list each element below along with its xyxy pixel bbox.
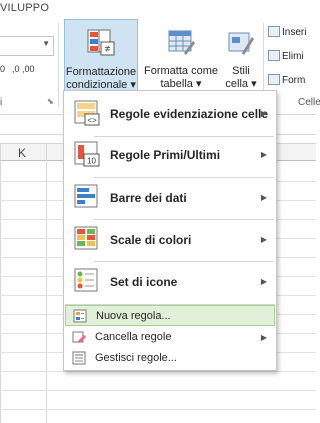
menu-item-manage-rules[interactable]: Gestisci regole... <box>65 348 275 369</box>
icon-sets-icon <box>74 268 98 292</box>
delete-cells-label: Elimi <box>282 51 304 62</box>
format-cells-icon <box>268 74 280 85</box>
delete-cells-icon <box>268 50 280 61</box>
grid-row-line <box>0 371 316 372</box>
menu-item-label: Regole evidenziazione celle <box>110 107 269 121</box>
menu-item-clear-rules[interactable]: Cancella regole ▶ <box>65 327 275 348</box>
menu-item-label: Gestisci regole... <box>95 352 177 364</box>
conditional-formatting-menu: <> Regole evidenziazione celle ▶ 10 Rego… <box>63 90 277 371</box>
group-divider <box>58 23 59 107</box>
menu-item-data-bars[interactable]: Barre dei dati ▶ <box>65 177 275 219</box>
format-as-table-icon <box>168 30 195 55</box>
new-rule-icon <box>73 309 87 323</box>
ribbon-tab-sviluppo[interactable]: VILUPPO <box>0 2 49 14</box>
chevron-right-icon: ▶ <box>260 333 267 342</box>
cell-styles-icon <box>228 32 254 55</box>
insert-cells-icon <box>268 26 280 37</box>
ribbon-tab-strip: VILUPPO <box>0 0 316 17</box>
manage-rules-icon <box>72 351 86 365</box>
menu-item-top-bottom-rules[interactable]: 10 Regole Primi/Ultimi ▶ <box>65 134 275 176</box>
color-scales-icon <box>74 226 98 250</box>
chevron-right-icon: ▶ <box>260 193 267 202</box>
data-bars-icon <box>74 184 98 208</box>
format-as-table-button[interactable]: Formatta come tabella ▾ <box>140 19 222 97</box>
increase-decimal-icon: 0 <box>0 64 6 74</box>
conditional-formatting-button[interactable]: ≠ Formattazione condizionale ▾ <box>64 19 138 97</box>
menu-item-label: Barre dei dati <box>110 191 187 205</box>
menu-item-label: Set di icone <box>110 275 178 289</box>
menu-item-label: Regole Primi/Ultimi <box>110 148 221 162</box>
menu-item-new-rule[interactable]: Nuova regola... <box>65 305 275 326</box>
svg-text:10: 10 <box>87 157 96 166</box>
grid-row-line <box>0 390 316 391</box>
increase-decimal-button[interactable]: 0 <box>0 64 5 74</box>
number-group-label: i <box>0 97 3 108</box>
menu-item-highlight-cells-rules[interactable]: <> Regole evidenziazione celle ▶ <box>65 93 275 135</box>
cell-styles-label-1: Stili <box>232 65 250 77</box>
format-as-table-label-1: Formatta come <box>144 65 218 77</box>
grid-row-line <box>0 409 316 410</box>
chevron-right-icon: ▶ <box>260 150 267 159</box>
conditional-formatting-icon: ≠ <box>87 29 115 56</box>
conditional-formatting-label-1: Formattazione <box>65 66 137 78</box>
svg-text:<>: <> <box>87 116 97 125</box>
insert-cells-button[interactable]: Inseri <box>268 26 306 44</box>
grid-column-line <box>46 143 47 423</box>
svg-text:≠: ≠ <box>105 44 111 55</box>
dialog-launcher-icon[interactable]: ⬊ <box>47 97 54 106</box>
format-cells-label: Form <box>282 75 306 86</box>
delete-cells-button[interactable]: Elimi <box>268 50 304 68</box>
increase-decimal-label[interactable]: ,0 ,00 <box>12 64 35 74</box>
menu-item-label: Cancella regole <box>95 331 172 343</box>
number-format-dropdown[interactable]: ▼ <box>0 36 54 56</box>
cells-group-label: Celle <box>298 97 320 108</box>
chevron-down-icon: ▼ <box>42 39 50 48</box>
top-bottom-icon: 10 <box>74 141 100 167</box>
insert-cells-label: Inseri <box>282 27 307 38</box>
menu-item-color-scales[interactable]: Scale di colori ▶ <box>65 219 275 261</box>
clear-rules-icon <box>72 331 86 343</box>
cell-styles-button[interactable]: Stili cella ▾ <box>222 19 260 97</box>
chevron-right-icon: ▶ <box>260 277 267 286</box>
column-header-k[interactable]: K <box>18 146 26 160</box>
menu-item-icon-sets[interactable]: Set di icone ▶ <box>65 261 275 303</box>
highlight-cells-icon: <> <box>74 100 100 126</box>
menu-item-label: Scale di colori <box>110 233 192 247</box>
chevron-right-icon: ▶ <box>260 235 267 244</box>
chevron-right-icon: ▶ <box>260 109 267 118</box>
grid-column-line <box>0 143 1 423</box>
menu-item-label: Nuova regola... <box>96 310 171 322</box>
